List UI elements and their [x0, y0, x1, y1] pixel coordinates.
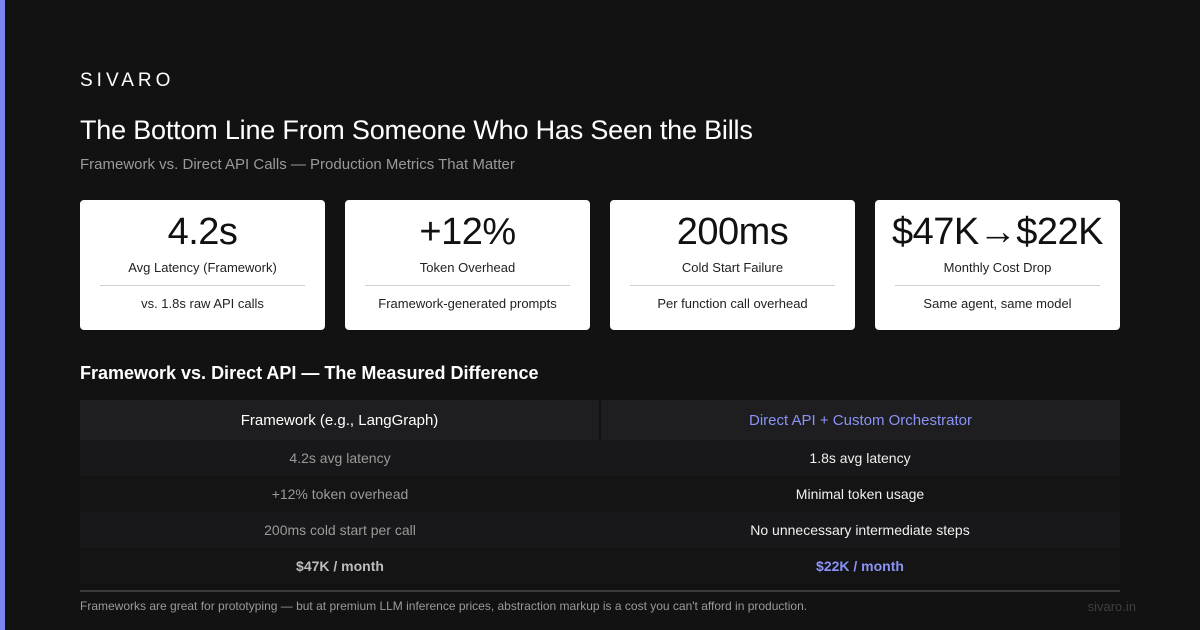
metric-value: +12%: [419, 211, 516, 253]
column-header-direct-api: Direct API + Custom Orchestrator: [601, 400, 1120, 440]
card-divider: [895, 285, 1100, 286]
brand-logo: SIVARO: [80, 70, 175, 91]
framework-cell: 200ms cold start per call: [80, 512, 600, 548]
footer-url: sivaro.in: [1087, 599, 1136, 614]
metric-value: 200ms: [676, 211, 789, 253]
metric-note: vs. 1.8s raw API calls: [141, 296, 264, 311]
metric-card-cold-start: 200ms Cold Start Failure Per function ca…: [610, 200, 855, 330]
accent-bar: [0, 0, 5, 630]
metric-card-cost-drop: $47K→$22K Monthly Cost Drop Same agent, …: [875, 200, 1120, 330]
comparison-heading: Framework vs. Direct API — The Measured …: [80, 363, 539, 383]
metric-card-latency: 4.2s Avg Latency (Framework) vs. 1.8s ra…: [80, 200, 325, 330]
column-header-framework: Framework (e.g., LangGraph): [80, 400, 599, 440]
table-header-row: Framework (e.g., LangGraph) Direct API +…: [80, 400, 1120, 440]
table-row: +12% token overhead Minimal token usage: [80, 476, 1120, 512]
metric-cards: 4.2s Avg Latency (Framework) vs. 1.8s ra…: [80, 200, 1120, 330]
table-row: 200ms cold start per call No unnecessary…: [80, 512, 1120, 548]
metric-note: Framework-generated prompts: [378, 296, 557, 311]
metric-note: Per function call overhead: [657, 296, 808, 311]
table-row: 4.2s avg latency 1.8s avg latency: [80, 440, 1120, 476]
card-divider: [365, 285, 570, 286]
direct-api-cell: 1.8s avg latency: [600, 440, 1120, 476]
metric-value: $47K→$22K: [892, 211, 1104, 253]
table-divider: [80, 590, 1120, 592]
page-title: The Bottom Line From Someone Who Has See…: [80, 115, 753, 145]
card-divider: [630, 285, 835, 286]
direct-api-cell: No unnecessary intermediate steps: [600, 512, 1120, 548]
metric-label: Cold Start Failure: [681, 260, 784, 275]
metric-label: Monthly Cost Drop: [943, 260, 1052, 275]
direct-api-cell: Minimal token usage: [600, 476, 1120, 512]
metric-label: Token Overhead: [419, 260, 516, 275]
framework-cell: 4.2s avg latency: [80, 440, 600, 476]
metric-label: Avg Latency (Framework): [128, 260, 277, 275]
comparison-table: Framework (e.g., LangGraph) Direct API +…: [80, 400, 1120, 592]
table-row-total: $47K / month $22K / month: [80, 548, 1120, 584]
metric-value: 4.2s: [167, 211, 238, 253]
footer-note: Frameworks are great for prototyping — b…: [80, 599, 808, 613]
framework-cell: +12% token overhead: [80, 476, 600, 512]
metric-note: Same agent, same model: [923, 296, 1072, 311]
page-subtitle: Framework vs. Direct API Calls — Product…: [80, 156, 515, 173]
direct-api-cost-cell: $22K / month: [600, 548, 1120, 584]
framework-cost-cell: $47K / month: [80, 548, 600, 584]
card-divider: [100, 285, 305, 286]
metric-card-token-overhead: +12% Token Overhead Framework-generated …: [345, 200, 590, 330]
